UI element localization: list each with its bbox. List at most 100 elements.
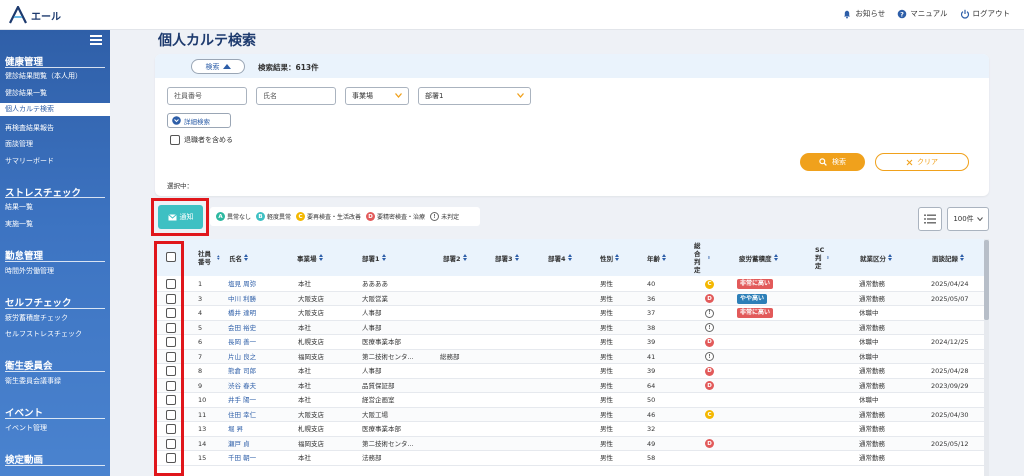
cell-age: 36	[647, 294, 656, 303]
sidebar-item-fatigue-check[interactable]: 疲労蓄積度チェック	[5, 313, 68, 323]
list-view-button[interactable]	[918, 207, 942, 231]
sidebar-item-checkup-list[interactable]: 健診結果一覧	[5, 88, 47, 98]
col-name[interactable]: 氏名	[229, 239, 248, 276]
logout-link[interactable]: ログアウト	[960, 8, 1010, 19]
dept-select[interactable]: 部署1	[418, 87, 531, 105]
cell-name[interactable]: 中川 利勝	[228, 292, 256, 306]
logo-text: エール	[31, 11, 61, 23]
sidebar-section-attendance: 勤怠管理	[5, 251, 44, 262]
cell-name[interactable]: 瀬戸 貞	[228, 437, 250, 451]
table-row[interactable]: 3 中川 利勝 大阪支店 大阪営業 男性 36 通常勤務 2025/05/07 D やや高い	[155, 291, 989, 306]
col-sc[interactable]: SC判定	[815, 239, 829, 276]
divider	[5, 67, 105, 68]
col-gender[interactable]: 性別	[600, 239, 619, 276]
table-row[interactable]: 11 住田 幸仁 大阪支店 大阪工場 男性 46 通常勤務 2025/04/30 C	[155, 407, 989, 422]
divider	[5, 308, 105, 309]
cell-name[interactable]: 熊倉 司郎	[228, 364, 256, 378]
power-icon	[960, 9, 969, 19]
chevron-down-icon	[976, 217, 983, 221]
search-button[interactable]: 検索	[800, 153, 865, 171]
col-dept4[interactable]: 部署4	[548, 239, 572, 276]
app-logo[interactable]: エール	[8, 6, 61, 24]
sidebar-item-stress-results[interactable]: 結果一覧	[5, 202, 33, 212]
cell-office: 本社	[298, 323, 311, 332]
sidebar-item-hygiene-minutes[interactable]: 衛生委員会議事録	[5, 376, 61, 386]
sidebar-item-checkup-self[interactable]: 健診結果閲覧（本人用）	[5, 71, 82, 81]
cell-no: 8	[198, 367, 203, 375]
col-emp-no[interactable]: 社員番号	[198, 239, 220, 276]
sidebar-item-event-manage[interactable]: イベント管理	[5, 423, 47, 433]
col-judgment[interactable]: 総合判定	[694, 239, 710, 276]
cell-name[interactable]: 堀 昇	[228, 422, 243, 436]
col-dept3[interactable]: 部署3	[495, 239, 519, 276]
sidebar-item-overtime[interactable]: 時間外労働管理	[5, 266, 54, 276]
cell-dept2: 総務部	[440, 352, 460, 361]
table-row[interactable]: 1 塩見 周弥 本社 ああああ 男性 40 通常勤務 2025/04/24 C 非常に高い	[155, 277, 989, 292]
col-label: 総合判定	[694, 241, 701, 274]
legend-d: D 要精密検査・治療	[366, 212, 425, 221]
sidebar-item-summary-board[interactable]: サマリーボード	[5, 156, 54, 166]
cell-office: 札幌支店	[298, 425, 324, 433]
table-row[interactable]: 9 渋谷 春夫 本社 品質保証部 男性 64 通常勤務 2023/09/29 D	[155, 378, 989, 393]
cell-office: 札幌支店	[298, 338, 324, 346]
cell-no: 3	[198, 294, 203, 303]
detail-search-button[interactable]: 詳細検索	[167, 113, 231, 128]
grade-a-icon: A	[216, 212, 225, 221]
table-row[interactable]: 6 長岡 善一 札幌支店 医療事業本部 男性 39 休職中 2024/12/25 D	[155, 335, 989, 350]
sort-icon	[662, 254, 666, 261]
grade-c-icon: C	[296, 212, 306, 221]
sidebar-item-self-stress[interactable]: セルフストレスチェック	[5, 329, 82, 339]
col-dept2[interactable]: 部署2	[443, 239, 467, 276]
col-label: 部署4	[548, 254, 566, 263]
menu-toggle-icon[interactable]	[90, 35, 102, 45]
notify-button[interactable]: 通知	[158, 205, 203, 229]
table-row[interactable]: 15 千田 朝一 本社 法務部 男性 58 通常勤務	[155, 451, 989, 466]
cell-no: 10	[198, 396, 207, 404]
cell-name[interactable]: 片山 良之	[228, 350, 256, 364]
col-employment[interactable]: 就業区分	[860, 239, 892, 276]
sidebar-item-stress-runs[interactable]: 実施一覧	[5, 219, 33, 229]
notifications-link[interactable]: お知らせ	[842, 8, 885, 19]
per-page-select[interactable]: 100件	[947, 207, 989, 231]
cell-name[interactable]: 橋井 達明	[228, 306, 256, 320]
divider	[5, 261, 105, 262]
sidebar-item-recheck-report[interactable]: 再検査結果報告	[5, 123, 54, 133]
clear-button-label: クリア	[917, 158, 938, 166]
cell-office: 本社	[298, 367, 311, 375]
cell-name[interactable]: 井手 陽一	[228, 393, 256, 407]
manual-link[interactable]: ? マニュアル	[897, 8, 948, 19]
sidebar-item-karte-search[interactable]: 個人カルテ検索	[0, 103, 110, 116]
cell-name[interactable]: 住田 幸仁	[228, 408, 256, 422]
table-row[interactable]: 13 堀 昇 札幌支店 医療事業本部 男性 32 通常勤務	[155, 422, 989, 437]
cell-name[interactable]: 塩見 周弥	[228, 277, 256, 291]
table-row[interactable]: 8 熊倉 司郎 本社 人事部 男性 39 通常勤務 2025/04/28 D	[155, 364, 989, 379]
table-scroll-thumb[interactable]	[984, 240, 989, 320]
clear-button[interactable]: クリア	[875, 153, 969, 171]
table-row[interactable]: 4 橋井 達明 大阪支店 人事部 男性 37 休職中! 非常に高い	[155, 306, 989, 321]
cell-name[interactable]: 会田 裕史	[228, 321, 256, 335]
col-age[interactable]: 年齢	[647, 239, 666, 276]
cell-office: 大阪支店	[298, 410, 324, 419]
cell-employment: 通常勤務	[859, 439, 885, 448]
cell-name[interactable]: 千田 朝一	[228, 451, 256, 465]
office-select[interactable]: 事業場	[345, 87, 409, 105]
search-toggle-button[interactable]: 検索	[191, 59, 245, 74]
table-row[interactable]: 7 片山 良之 福岡支店 第二技術センタ... 総務部 男性 41 休職中!	[155, 349, 989, 364]
table-row[interactable]: 5 会田 裕史 本社 人事部 男性 38 通常勤務!	[155, 320, 989, 335]
col-dept1[interactable]: 部署1	[362, 239, 386, 276]
col-interview[interactable]: 面談記録	[932, 239, 964, 276]
judgment-legend: A 異常なし B 軽度異常 C 要再検査・生活改善 D 要精密検査・治療 ! 未判定	[210, 207, 480, 226]
col-office[interactable]: 事業場	[297, 239, 323, 276]
grade-d-icon: D	[705, 337, 714, 347]
cell-dept1: 第二技術センタ...	[362, 439, 414, 448]
col-fatigue[interactable]: 疲労蓄積度	[739, 239, 778, 276]
sidebar-item-interview[interactable]: 面談管理	[5, 139, 33, 149]
include-retired-checkbox[interactable]	[170, 135, 180, 145]
table-row[interactable]: 10 井手 陽一 本社 経営企画室 男性 50 休職中	[155, 393, 989, 408]
table-row[interactable]: 14 瀬戸 貞 福岡支店 第二技術センタ... 男性 49 通常勤務 2025/05/12 D	[155, 436, 989, 451]
name-input[interactable]: 氏名	[256, 87, 336, 105]
employee-no-input[interactable]: 社員番号	[167, 87, 247, 105]
cell-name[interactable]: 長岡 善一	[228, 335, 256, 349]
cell-name[interactable]: 渋谷 春夫	[228, 379, 256, 393]
results-table: 社員番号 氏名 事業場 部署1 部署2 部署3 部署4 性別 年齢 総合判定 疲…	[155, 239, 989, 476]
